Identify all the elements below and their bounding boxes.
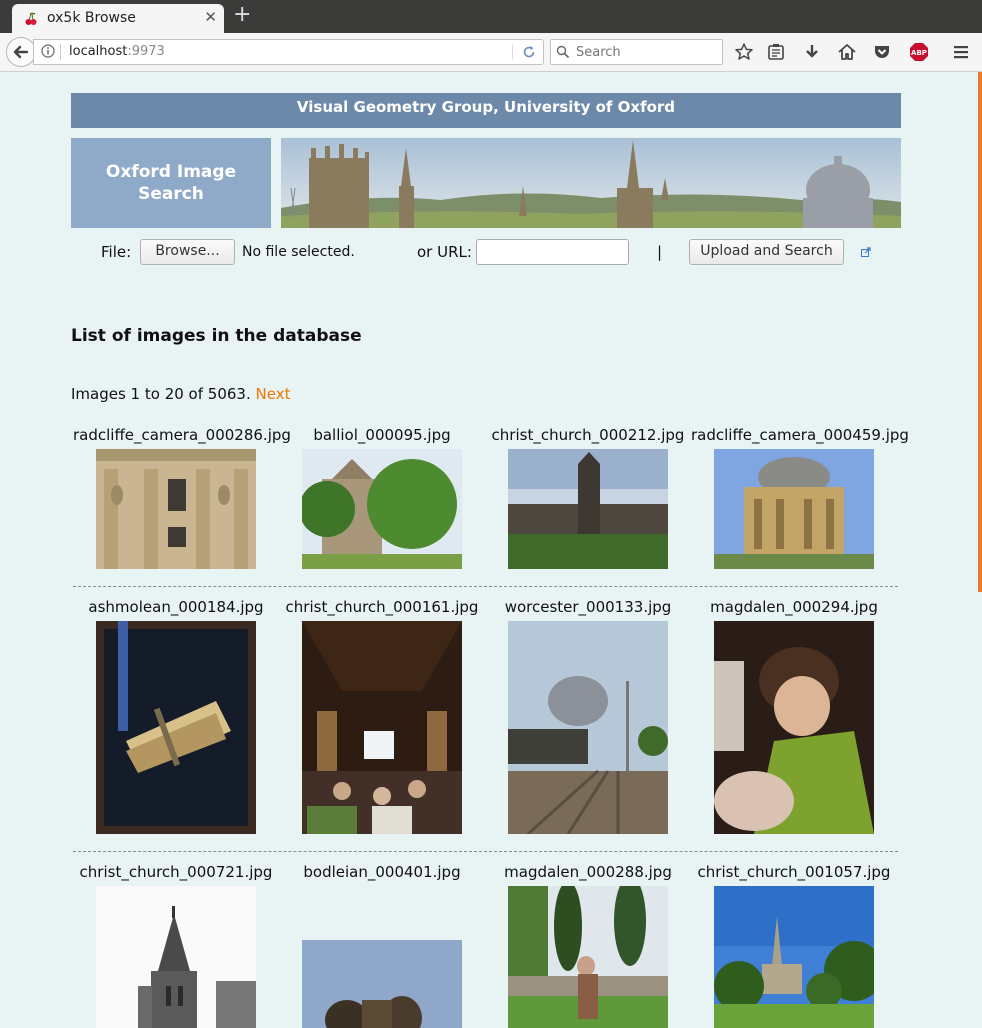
tab-title: ox5k Browse: [47, 10, 136, 26]
image-cell[interactable]: ashmolean_000184.jpg: [73, 598, 279, 834]
image-filename[interactable]: christ_church_000212.jpg: [485, 426, 691, 444]
image-thumbnail[interactable]: [714, 449, 874, 569]
image-filename[interactable]: radcliffe_camera_000286.jpg: [73, 426, 291, 444]
image-filename[interactable]: magdalen_000288.jpg: [485, 863, 691, 881]
site-title-box[interactable]: Oxford Image Search: [71, 138, 271, 228]
reload-icon[interactable]: [521, 44, 537, 60]
file-label: File:: [101, 243, 132, 261]
search-icon: [556, 45, 570, 59]
image-thumbnail[interactable]: [96, 621, 256, 834]
image-cell[interactable]: christ_church_001057.jpg: [691, 863, 897, 1028]
image-filename[interactable]: ashmolean_000184.jpg: [73, 598, 279, 616]
url-label: or URL:: [417, 243, 472, 261]
external-link-icon[interactable]: [861, 247, 871, 257]
image-cell[interactable]: radcliffe_camera_000459.jpg: [691, 426, 909, 569]
url-port: :9973: [127, 44, 165, 59]
row-divider: [73, 851, 898, 852]
image-thumbnail[interactable]: [508, 449, 668, 569]
upload-search-button[interactable]: Upload and Search: [689, 239, 844, 265]
image-filename[interactable]: magdalen_000294.jpg: [691, 598, 897, 616]
url-text[interactable]: localhost:9973: [69, 44, 165, 59]
url-host: localhost: [69, 44, 128, 59]
no-file-text: No file selected.: [242, 244, 355, 260]
adblock-icon[interactable]: ABP: [909, 42, 929, 62]
site-title-line2: Search: [138, 184, 204, 204]
image-cell[interactable]: radcliffe_camera_000286.jpg: [73, 426, 291, 569]
pocket-icon[interactable]: [872, 42, 892, 62]
pagination-info: Images 1 to 20 of 5063. Next: [71, 385, 290, 403]
page-heading: List of images in the database: [71, 326, 362, 346]
image-cell[interactable]: christ_church_000721.jpg: [73, 863, 279, 1028]
image-filename[interactable]: christ_church_000721.jpg: [73, 863, 279, 881]
download-icon[interactable]: [802, 42, 822, 62]
image-row-1: radcliffe_camera_000286.jpg balliol_0000…: [73, 426, 909, 571]
image-cell[interactable]: balliol_000095.jpg: [279, 426, 485, 569]
image-thumbnail[interactable]: [714, 886, 874, 1028]
browser-tab[interactable]: ox5k Browse ✕: [12, 4, 224, 33]
image-thumbnail[interactable]: [508, 621, 668, 834]
close-tab-icon[interactable]: ✕: [204, 8, 217, 26]
back-button[interactable]: [6, 37, 36, 67]
search-input[interactable]: [574, 42, 718, 62]
home-icon[interactable]: [837, 42, 857, 62]
info-icon[interactable]: [41, 44, 55, 58]
image-cell[interactable]: worcester_000133.jpg: [485, 598, 691, 834]
vgg-header-bar: Visual Geometry Group, University of Oxf…: [71, 93, 901, 128]
search-bar[interactable]: [550, 39, 723, 65]
nav-toolbar: localhost:9973 ABP: [0, 33, 982, 72]
svg-text:ABP: ABP: [911, 49, 927, 57]
image-thumbnail[interactable]: [508, 886, 668, 1028]
image-thumbnail[interactable]: [302, 940, 462, 1028]
scrollbar-thumb[interactable]: [978, 72, 982, 592]
image-cell[interactable]: magdalen_000288.jpg: [485, 863, 691, 1028]
cherry-favicon-icon: [25, 12, 37, 25]
separator-pipe: |: [657, 243, 663, 261]
image-thumbnail[interactable]: [714, 621, 874, 834]
image-filename[interactable]: bodleian_000401.jpg: [279, 863, 485, 881]
bookmark-star-icon[interactable]: [734, 42, 754, 62]
image-thumbnail[interactable]: [96, 886, 256, 1028]
url-separator: [60, 44, 61, 60]
menu-icon[interactable]: [951, 42, 971, 62]
image-thumbnail[interactable]: [302, 449, 462, 569]
image-count-text: Images 1 to 20 of 5063.: [71, 385, 251, 403]
image-row-2: ashmolean_000184.jpg christ_church_00016…: [73, 598, 898, 838]
back-arrow-icon: [13, 45, 29, 59]
image-thumbnail[interactable]: [302, 621, 462, 834]
image-cell[interactable]: bodleian_000401.jpg: [279, 863, 485, 1028]
image-row-3: christ_church_000721.jpg bodleian_000401…: [73, 863, 898, 1028]
url-bar[interactable]: localhost:9973: [33, 39, 544, 65]
image-cell[interactable]: magdalen_000294.jpg: [691, 598, 897, 834]
image-filename[interactable]: worcester_000133.jpg: [485, 598, 691, 616]
tab-bar: ox5k Browse ✕ +: [0, 0, 982, 33]
image-cell[interactable]: christ_church_000212.jpg: [485, 426, 691, 569]
upload-form: File: Browse... No file selected. or URL…: [0, 238, 982, 268]
image-filename[interactable]: balliol_000095.jpg: [279, 426, 485, 444]
image-cell[interactable]: christ_church_000161.jpg: [279, 598, 485, 834]
image-filename[interactable]: radcliffe_camera_000459.jpg: [691, 426, 909, 444]
browse-button[interactable]: Browse...: [140, 239, 235, 265]
image-thumbnail[interactable]: [96, 449, 256, 569]
new-tab-icon[interactable]: +: [233, 2, 251, 27]
row-divider: [73, 586, 898, 587]
url-separator-right: [512, 44, 513, 60]
image-url-input[interactable]: [476, 239, 629, 265]
oxford-skyline-banner: [281, 138, 901, 228]
image-filename[interactable]: christ_church_001057.jpg: [691, 863, 897, 881]
next-page-link[interactable]: Next: [256, 385, 291, 403]
site-title-line1: Oxford Image: [105, 162, 237, 182]
reading-list-icon[interactable]: [766, 42, 786, 62]
image-filename[interactable]: christ_church_000161.jpg: [279, 598, 485, 616]
